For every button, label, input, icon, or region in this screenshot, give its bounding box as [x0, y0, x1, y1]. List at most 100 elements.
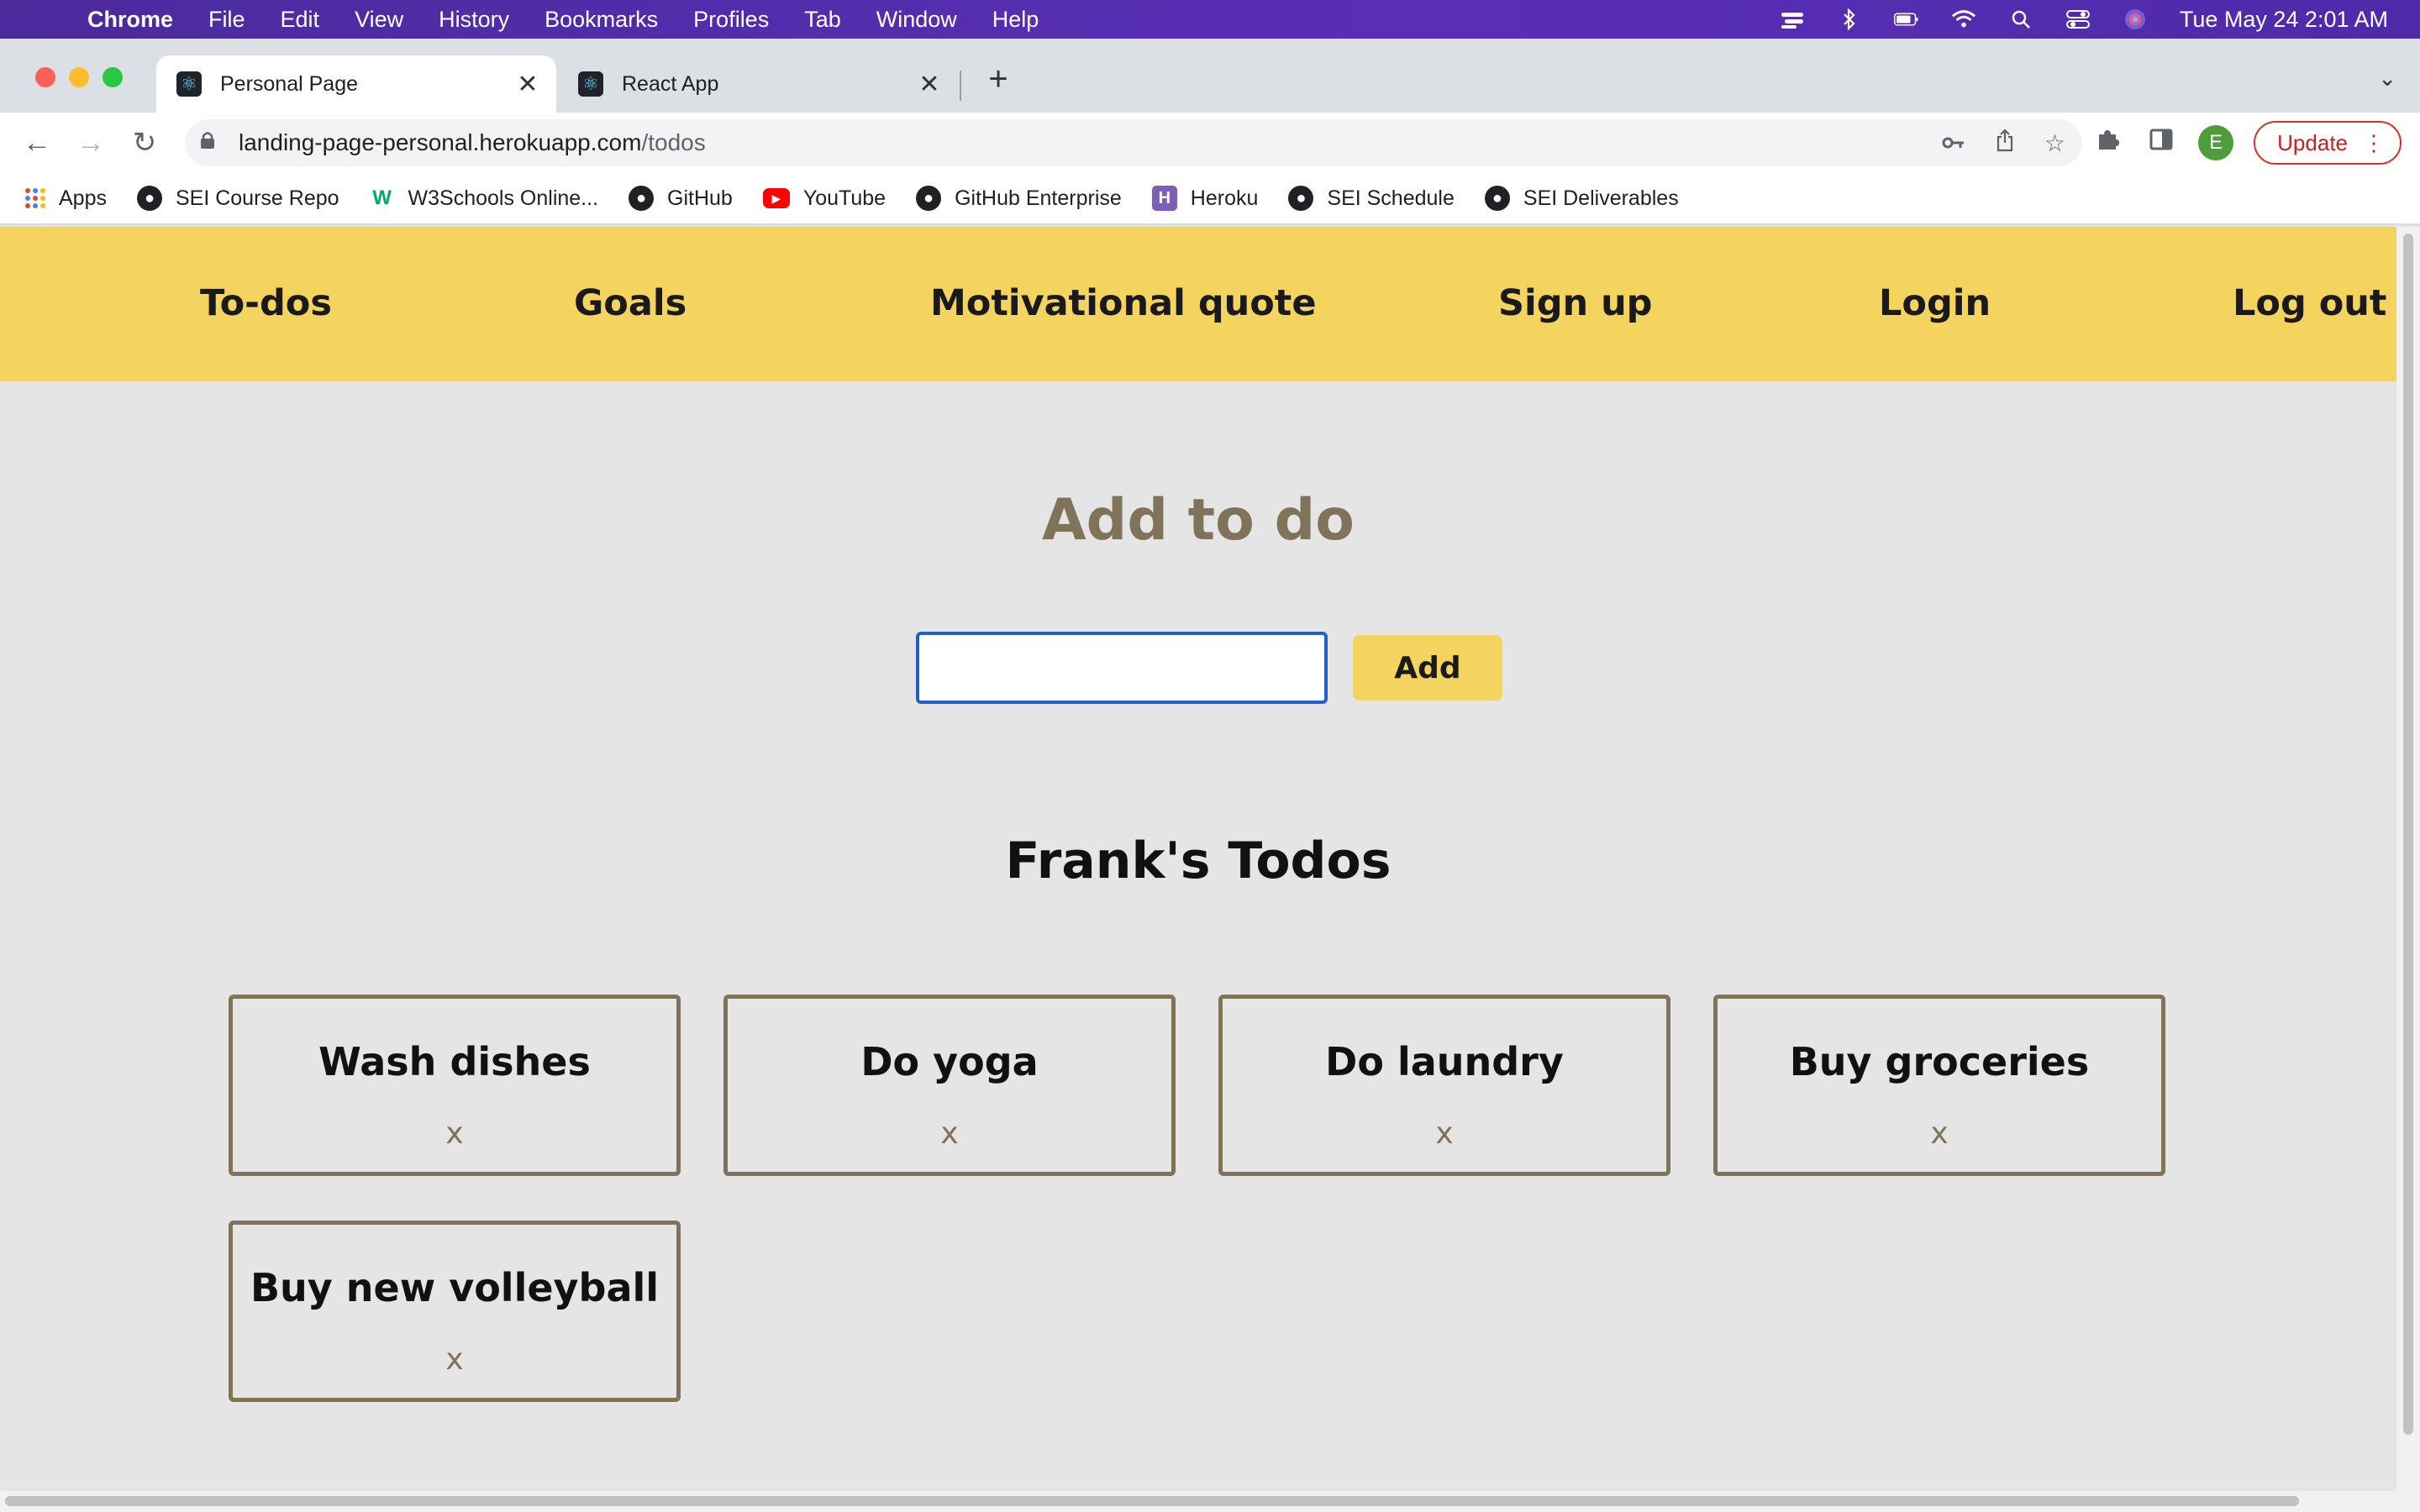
browser-toolbar: ← → ↻ landing-page-personal.herokuapp.co… [0, 113, 2420, 173]
forward-arrow-icon[interactable]: → [72, 124, 109, 161]
bluetooth-icon[interactable] [1837, 8, 1862, 30]
spotlight-search-icon[interactable] [2008, 8, 2033, 30]
cloud-sync-icon[interactable] [1780, 8, 1805, 30]
back-arrow-icon[interactable]: ← [18, 124, 55, 161]
reload-icon[interactable]: ↻ [126, 124, 163, 161]
menu-bookmarks[interactable]: Bookmarks [544, 7, 658, 33]
react-favicon-icon: ⚛ [176, 71, 202, 97]
siri-icon[interactable] [2123, 8, 2148, 30]
add-button[interactable]: Add [1353, 635, 1502, 701]
bookmark-github[interactable]: ● GitHub [629, 186, 733, 211]
todo-delete-button[interactable]: x [233, 1342, 676, 1377]
bookmark-w3schools[interactable]: W W3Schools Online... [370, 186, 599, 211]
bookmark-heroku[interactable]: H Heroku [1151, 186, 1258, 211]
nav-link-login[interactable]: Login [1879, 282, 1991, 324]
todo-card: Do laundry x [1218, 995, 1670, 1176]
window-fullscreen-button[interactable] [103, 67, 123, 87]
side-panel-icon[interactable] [2144, 129, 2178, 157]
todo-list-title: Frank's Todos [1005, 832, 1392, 890]
bookmark-label: SEI Schedule [1327, 186, 1455, 210]
bookmark-label: SEI Deliverables [1523, 186, 1679, 210]
todo-text: Do yoga [860, 1039, 1039, 1084]
bookmark-github-enterprise[interactable]: ● GitHub Enterprise [916, 186, 1122, 211]
wifi-icon[interactable] [1951, 8, 1976, 30]
bookmark-label: W3Schools Online... [408, 186, 599, 210]
react-favicon-icon: ⚛ [578, 71, 603, 97]
bookmark-star-icon[interactable]: ☆ [2044, 129, 2065, 157]
nav-link-todos[interactable]: To-dos [200, 282, 332, 324]
bookmark-sei-schedule[interactable]: ● SEI Schedule [1288, 186, 1455, 211]
update-button[interactable]: Update ⋮ [2254, 121, 2402, 165]
todo-delete-button[interactable]: x [1718, 1116, 2161, 1151]
todo-input[interactable] [916, 632, 1328, 704]
github-icon: ● [629, 186, 655, 211]
todo-text: Do laundry [1325, 1039, 1564, 1084]
github-icon: ● [1288, 186, 1314, 211]
nav-link-log-out[interactable]: Log out [2233, 282, 2386, 324]
tab-separator [960, 71, 961, 101]
nav-link-sign-up[interactable]: Sign up [1498, 282, 1652, 324]
github-icon: ● [136, 186, 162, 211]
url-path: /todos [641, 129, 706, 155]
address-bar[interactable]: landing-page-personal.herokuapp.com/todo… [185, 119, 2082, 166]
youtube-icon: ▶ [762, 188, 790, 208]
bookmark-youtube[interactable]: ▶ YouTube [762, 186, 886, 211]
tab-close-icon[interactable]: ✕ [913, 70, 946, 99]
bookmark-sei-deliverables[interactable]: ● SEI Deliverables [1484, 186, 1679, 211]
share-icon[interactable] [1996, 128, 2014, 158]
todo-card: Buy new volleyball x [229, 1221, 681, 1402]
menu-profiles[interactable]: Profiles [693, 7, 769, 33]
todo-delete-button[interactable]: x [728, 1116, 1171, 1151]
window-close-button[interactable] [35, 67, 55, 87]
bookmarks-bar: Apps ● SEI Course Repo W W3Schools Onlin… [0, 173, 2420, 225]
todo-delete-button[interactable]: x [1223, 1116, 1666, 1151]
todo-text: Buy groceries [1789, 1039, 2090, 1084]
extensions-puzzle-icon[interactable] [2091, 128, 2124, 158]
new-tab-plus-icon[interactable]: + [981, 62, 1015, 96]
vertical-scroll-thumb[interactable] [2403, 234, 2413, 1435]
horizontal-scroll-thumb[interactable] [5, 1496, 2299, 1506]
menu-history[interactable]: History [439, 7, 509, 33]
url-host: landing-page-personal.herokuapp.com [239, 129, 642, 155]
nav-link-goals[interactable]: Goals [574, 282, 687, 324]
lock-icon[interactable] [200, 131, 225, 155]
browser-tab-strip: ⚛ Personal Page ✕ ⚛ React App ✕ + ⌄ [0, 39, 2420, 113]
menu-app-chrome[interactable]: Chrome [87, 7, 173, 33]
github-icon: ● [1484, 186, 1510, 211]
password-key-icon[interactable] [1942, 129, 1965, 156]
bookmark-label: YouTube [802, 186, 886, 210]
menu-window[interactable]: Window [876, 7, 957, 33]
menu-view[interactable]: View [355, 7, 403, 33]
tab-search-chevron-icon[interactable]: ⌄ [2378, 66, 2396, 92]
bookmark-apps[interactable]: Apps [25, 186, 107, 211]
bookmark-label: Apps [59, 186, 107, 210]
todo-card: Do yoga x [723, 995, 1176, 1176]
horizontal-scrollbar[interactable] [0, 1491, 2420, 1512]
todo-card: Buy groceries x [1713, 995, 2165, 1176]
profile-avatar[interactable]: E [2198, 125, 2234, 160]
bookmark-label: GitHub Enterprise [955, 186, 1122, 210]
window-minimize-button[interactable] [69, 67, 89, 87]
w3schools-icon: W [372, 186, 392, 209]
menu-edit[interactable]: Edit [281, 7, 320, 33]
page-title: Add to do [1042, 487, 1355, 554]
menu-tab[interactable]: Tab [804, 7, 841, 33]
tab-react-app[interactable]: ⚛ React App ✕ [558, 55, 958, 113]
nav-link-motivational-quote[interactable]: Motivational quote [930, 282, 1317, 324]
bookmark-label: GitHub [667, 186, 733, 210]
bookmark-sei-course-repo[interactable]: ● SEI Course Repo [136, 186, 339, 211]
todo-text: Wash dishes [318, 1039, 591, 1084]
tab-personal-page[interactable]: ⚛ Personal Page ✕ [156, 55, 556, 113]
battery-icon[interactable] [1893, 8, 1919, 30]
todo-text: Buy new volleyball [250, 1265, 660, 1310]
site-navbar: To-dos Goals Motivational quote Sign up … [0, 227, 2396, 381]
vertical-scrollbar[interactable] [2396, 227, 2420, 1491]
menubar-clock[interactable]: Tue May 24 2:01 AM [2180, 7, 2388, 33]
menu-file[interactable]: File [208, 7, 245, 33]
control-center-icon[interactable] [2065, 8, 2091, 30]
menu-help[interactable]: Help [992, 7, 1039, 33]
web-page: To-dos Goals Motivational quote Sign up … [0, 227, 2396, 1491]
update-label: Update [2277, 129, 2348, 155]
tab-close-icon[interactable]: ✕ [511, 70, 544, 99]
todo-delete-button[interactable]: x [233, 1116, 676, 1151]
